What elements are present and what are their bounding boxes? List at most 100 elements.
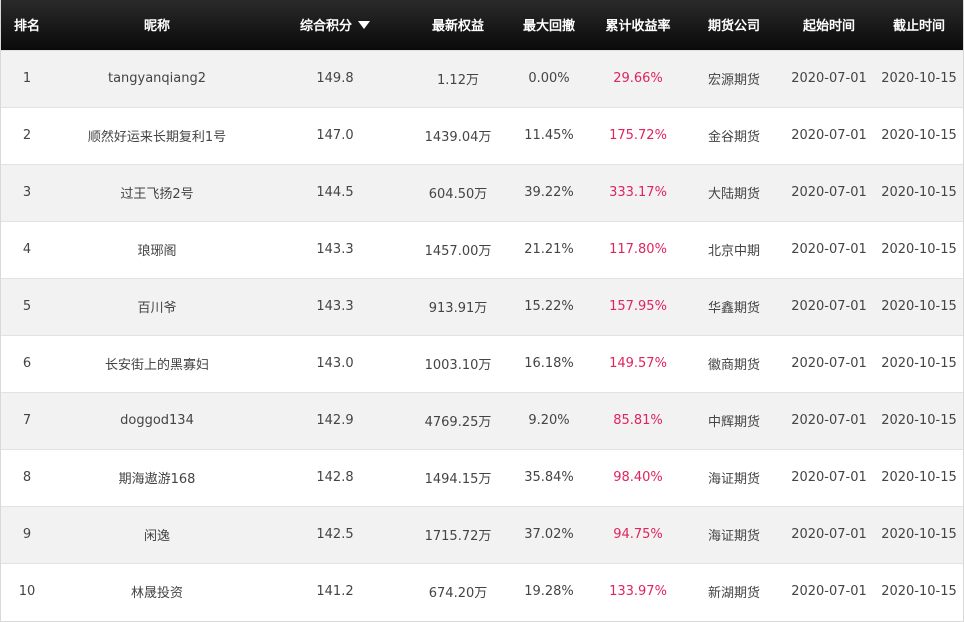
cell-company: 海证期货 (707, 472, 760, 487)
table-row[interactable]: 10 林晟投资 141.2 674.20万 19.28% 133.97% 新湖期… (1, 563, 963, 620)
header-score-label: 综合积分 (299, 19, 352, 35)
ranking-table: 排名 昵称 综合积分 最新权益 最大回撤 累计收益率 期货公司 起始时间 截止时… (1, 0, 963, 620)
cell-company: 大陆期货 (707, 187, 760, 202)
cell-drawdown: 37.02% (524, 527, 574, 542)
cell-rank: 5 (22, 299, 32, 314)
cell-nickname[interactable]: 琅琊阁 (53, 221, 261, 278)
cell-company: 华鑫期货 (707, 301, 760, 316)
cell-drawdown: 19.28% (524, 584, 574, 600)
header-equity[interactable]: 最新权益 (409, 0, 507, 50)
cell-nickname[interactable]: 顺然好运来长期复利1号 (53, 107, 261, 164)
cell-return: 94.75% (613, 527, 663, 542)
cell-equity: 674.20万 (428, 586, 488, 602)
cell-score: 147.0 (316, 128, 354, 143)
table-row[interactable]: 3 过王飞扬2号 144.5 604.50万 39.22% 333.17% 大陆… (1, 164, 963, 221)
cell-nickname[interactable]: 期海遨游168 (53, 449, 261, 506)
header-start[interactable]: 起始时间 (783, 0, 875, 50)
cell-drawdown: 11.45% (524, 128, 574, 143)
cell-end: 2020-10-15 (881, 128, 957, 143)
cell-end: 2020-10-15 (881, 356, 957, 371)
cell-drawdown: 35.84% (524, 470, 574, 485)
cell-nickname[interactable]: 闲逸 (53, 506, 261, 563)
cell-rank: 8 (22, 470, 32, 485)
header-return[interactable]: 累计收益率 (591, 0, 685, 50)
cell-score: 142.5 (316, 527, 354, 542)
cell-score: 143.3 (316, 242, 354, 257)
cell-drawdown: 39.22% (524, 185, 574, 200)
header-end[interactable]: 截止时间 (875, 0, 963, 50)
cell-drawdown: 21.21% (524, 242, 574, 257)
cell-rank: 2 (22, 128, 32, 143)
cell-company: 海证期货 (707, 529, 760, 544)
table-row[interactable]: 7 doggod134 142.9 4769.25万 9.20% 85.81% … (1, 392, 963, 449)
table-row[interactable]: 5 百川爷 143.3 913.91万 15.22% 157.95% 华鑫期货 … (1, 278, 963, 335)
cell-return: 117.80% (609, 242, 667, 257)
cell-equity: 1439.04万 (424, 130, 492, 145)
cell-score: 149.8 (316, 71, 354, 86)
cell-end: 2020-10-15 (881, 71, 957, 86)
cell-return: 333.17% (609, 185, 667, 200)
table-header: 排名 昵称 综合积分 最新权益 最大回撤 累计收益率 期货公司 起始时间 截止时… (1, 0, 963, 50)
cell-equity: 1003.10万 (424, 358, 492, 373)
table-row[interactable]: 1 tangyanqiang2 149.8 1.12万 0.00% 29.66%… (1, 50, 963, 107)
table-row[interactable]: 4 琅琊阁 143.3 1457.00万 21.21% 117.80% 北京中期… (1, 221, 963, 278)
header-company[interactable]: 期货公司 (685, 0, 783, 50)
cell-end: 2020-10-15 (881, 242, 957, 257)
cell-equity: 4769.25万 (424, 415, 492, 430)
cell-return: 133.97% (609, 584, 667, 600)
table-row[interactable]: 6 长安街上的黑寡妇 143.0 1003.10万 16.18% 149.57%… (1, 335, 963, 392)
cell-return: 157.95% (609, 299, 667, 314)
cell-rank: 10 (18, 584, 36, 600)
header-drawdown[interactable]: 最大回撤 (507, 0, 591, 50)
cell-rank: 7 (22, 413, 32, 428)
cell-nickname[interactable]: 百川爷 (53, 278, 261, 335)
cell-drawdown: 9.20% (528, 413, 570, 428)
cell-score: 144.5 (316, 185, 354, 200)
table-body: 1 tangyanqiang2 149.8 1.12万 0.00% 29.66%… (1, 50, 963, 620)
cell-company: 金谷期货 (707, 130, 760, 145)
cell-rank: 4 (22, 242, 32, 257)
table-row[interactable]: 2 顺然好运来长期复利1号 147.0 1439.04万 11.45% 175.… (1, 107, 963, 164)
cell-drawdown: 15.22% (524, 299, 574, 314)
table-row[interactable]: 9 闲逸 142.5 1715.72万 37.02% 94.75% 海证期货 2… (1, 506, 963, 563)
cell-start: 2020-07-01 (791, 185, 867, 200)
cell-rank: 1 (22, 71, 32, 86)
cell-company: 中辉期货 (707, 415, 760, 430)
cell-end: 2020-10-15 (881, 527, 957, 542)
cell-score: 143.3 (316, 299, 354, 314)
header-row: 排名 昵称 综合积分 最新权益 最大回撤 累计收益率 期货公司 起始时间 截止时… (1, 0, 963, 50)
cell-nickname[interactable]: 林晟投资 (53, 563, 261, 620)
cell-end: 2020-10-15 (881, 299, 957, 314)
cell-score: 143.0 (316, 356, 354, 371)
header-nickname[interactable]: 昵称 (53, 0, 261, 50)
header-rank[interactable]: 排名 (1, 0, 53, 50)
ranking-table-container: 排名 昵称 综合积分 最新权益 最大回撤 累计收益率 期货公司 起始时间 截止时… (0, 0, 964, 622)
cell-end: 2020-10-15 (881, 185, 957, 200)
cell-nickname[interactable]: 过王飞扬2号 (53, 164, 261, 221)
cell-end: 2020-10-15 (881, 413, 957, 428)
cell-start: 2020-07-01 (791, 527, 867, 542)
cell-start: 2020-07-01 (791, 128, 867, 143)
header-score[interactable]: 综合积分 (261, 0, 409, 50)
cell-end: 2020-10-15 (881, 584, 957, 600)
cell-start: 2020-07-01 (791, 242, 867, 257)
cell-company: 徽商期货 (707, 358, 760, 373)
cell-score: 142.9 (316, 413, 354, 428)
table-row[interactable]: 8 期海遨游168 142.8 1494.15万 35.84% 98.40% 海… (1, 449, 963, 506)
cell-nickname[interactable]: 长安街上的黑寡妇 (53, 335, 261, 392)
cell-drawdown: 16.18% (524, 356, 574, 371)
cell-start: 2020-07-01 (791, 584, 867, 600)
cell-equity: 604.50万 (428, 187, 488, 202)
cell-return: 175.72% (609, 128, 667, 143)
cell-score: 142.8 (316, 470, 354, 485)
cell-equity: 913.91万 (428, 301, 488, 316)
cell-nickname[interactable]: tangyanqiang2 (53, 50, 261, 107)
cell-return: 98.40% (613, 470, 663, 485)
cell-equity: 1715.72万 (424, 529, 492, 544)
cell-equity: 1494.15万 (424, 472, 492, 487)
triangle-down-icon[interactable] (358, 21, 370, 30)
cell-end: 2020-10-15 (881, 470, 957, 485)
cell-company: 新湖期货 (707, 586, 760, 602)
cell-nickname[interactable]: doggod134 (53, 392, 261, 449)
cell-rank: 3 (22, 185, 32, 200)
